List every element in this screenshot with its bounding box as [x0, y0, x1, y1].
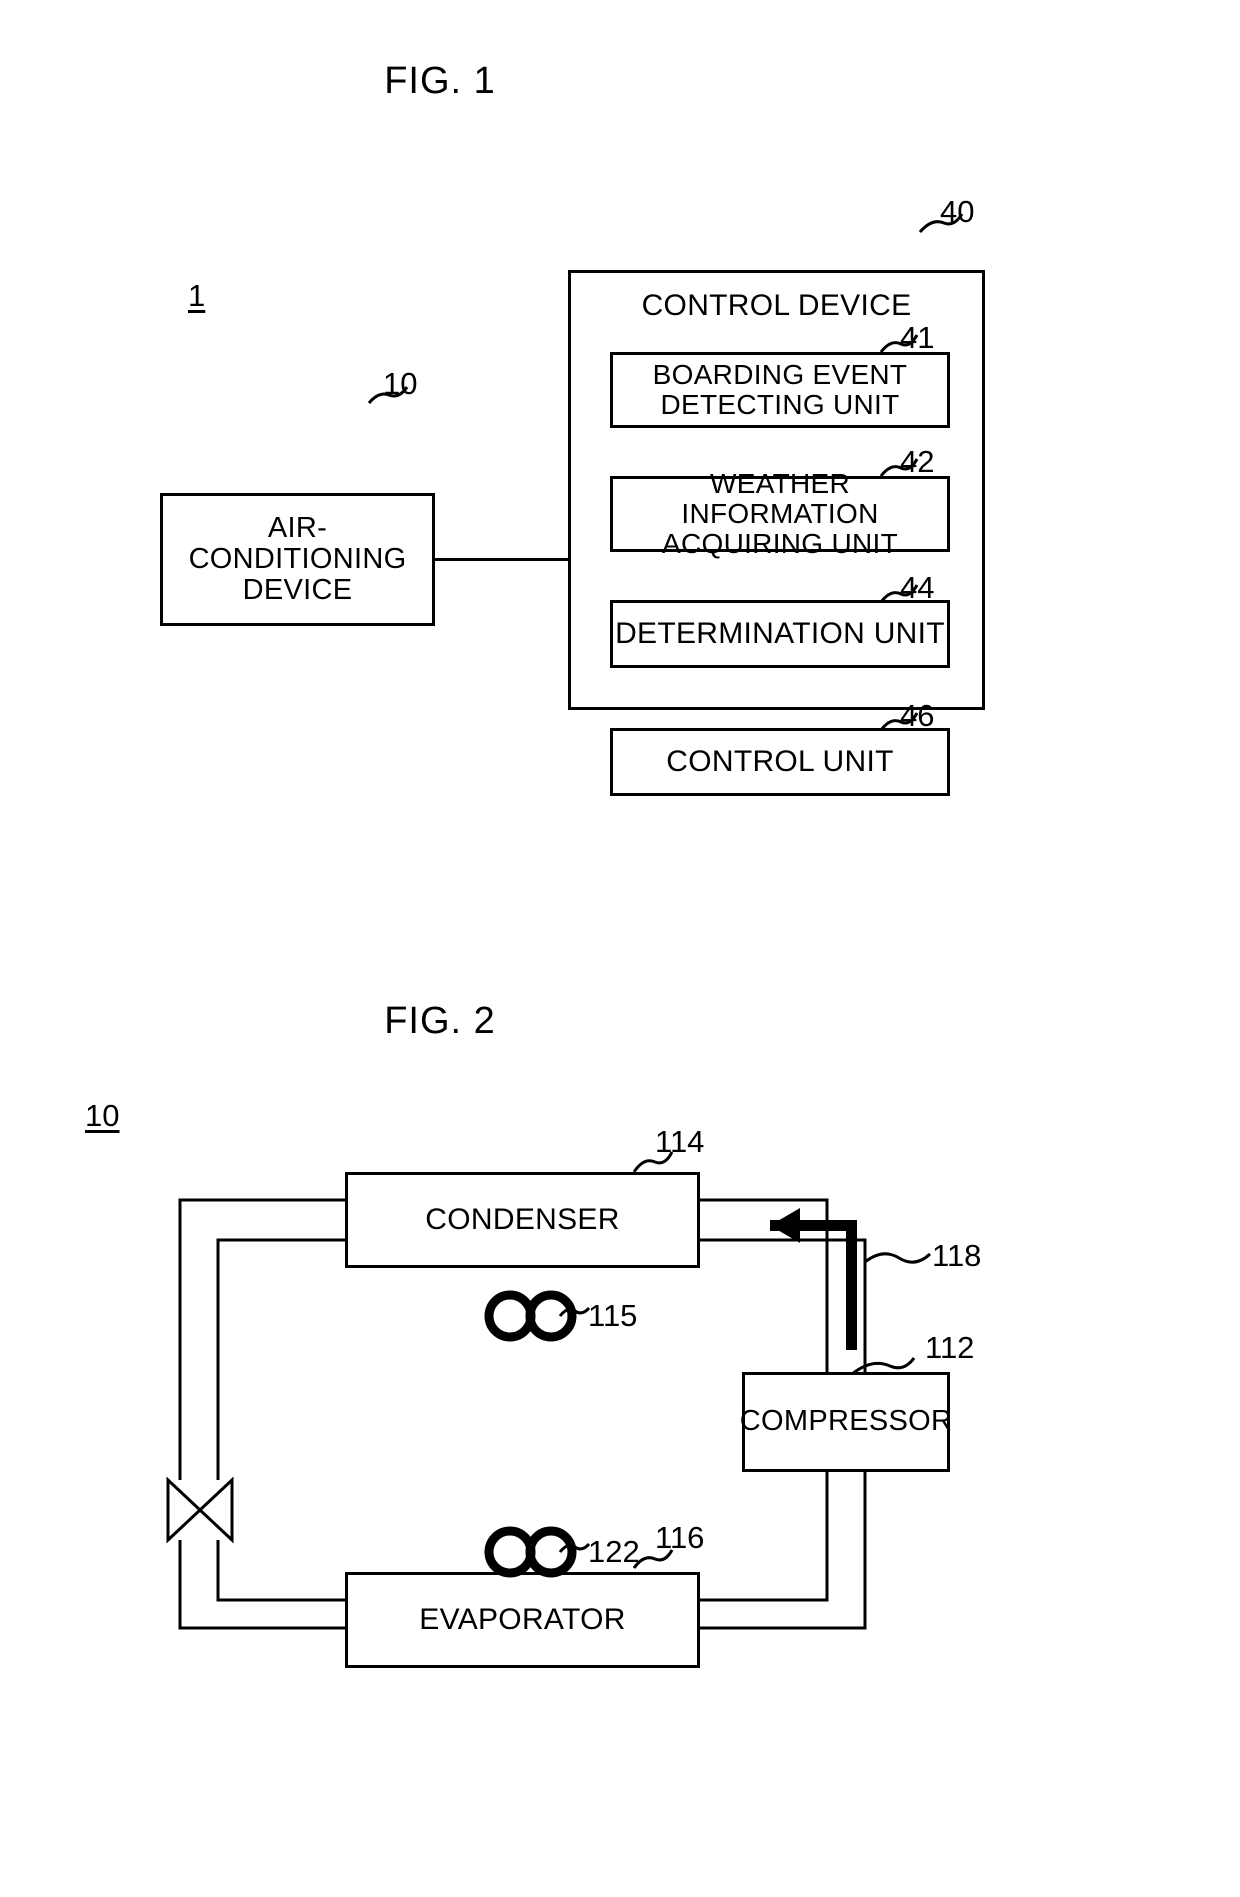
control-unit-label: CONTROL UNIT — [666, 744, 894, 778]
figure-2-title: FIG. 2 — [384, 1000, 496, 1042]
reference-number-115: 115 — [588, 1298, 638, 1333]
reference-number-10: 10 — [383, 366, 418, 401]
system-label-1: 1 — [188, 278, 206, 313]
connector-line-ac-to-control — [435, 558, 568, 561]
determination-unit-label: DETERMINATION UNIT — [615, 616, 945, 650]
weather-information-acquiring-unit-box: WEATHER INFORMATION ACQUIRING UNIT — [610, 468, 950, 559]
evaporator-label: EVAPORATOR — [419, 1602, 626, 1636]
compressor-box: COMPRESSOR — [739, 1372, 953, 1472]
system-label-10: 10 — [85, 1098, 120, 1133]
boarding-event-detecting-unit-label: BOARDING EVENT DETECTING UNIT — [652, 358, 908, 420]
reference-number-118: 118 — [932, 1238, 982, 1273]
air-conditioning-device-box: AIR-CONDITIONING DEVICE — [160, 493, 435, 626]
control-device-label: CONTROL DEVICE — [641, 289, 912, 322]
reference-number-114: 114 — [655, 1124, 705, 1159]
evaporator-box: EVAPORATOR — [345, 1572, 700, 1668]
flow-direction-arrow — [770, 1208, 857, 1350]
condenser-box: CONDENSER — [345, 1172, 700, 1268]
condenser-fan-icon — [484, 1290, 577, 1342]
figure-1-title: FIG. 1 — [384, 60, 496, 102]
reference-number-112: 112 — [925, 1330, 975, 1365]
control-unit-box: CONTROL UNIT — [610, 728, 950, 796]
patent-figure-sheet: FIG. 1 1 10 AIR-CONDITIONING DEVICE CONT… — [0, 0, 1240, 1897]
condenser-label: CONDENSER — [425, 1202, 620, 1236]
weather-information-acquiring-unit-label: WEATHER INFORMATION ACQUIRING UNIT — [662, 467, 898, 560]
boarding-event-detecting-unit-box: BOARDING EVENT DETECTING UNIT — [610, 352, 950, 428]
compressor-label: COMPRESSOR — [739, 1405, 953, 1438]
reference-number-116: 116 — [655, 1520, 705, 1555]
reference-number-41: 41 — [900, 320, 935, 355]
air-conditioning-device-label: AIR-CONDITIONING DEVICE — [188, 511, 407, 607]
evaporator-fan-icon — [484, 1526, 577, 1578]
reference-number-122: 122 — [588, 1534, 640, 1569]
determination-unit-box: DETERMINATION UNIT — [610, 600, 950, 668]
reference-number-40: 40 — [940, 194, 975, 229]
